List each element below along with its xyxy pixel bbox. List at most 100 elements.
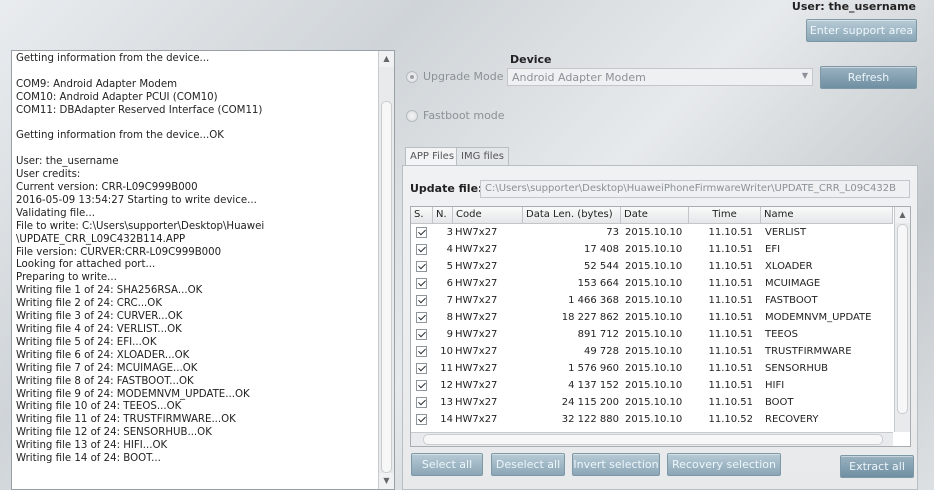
table-row[interactable]: 5 HW7x27 52 544 2015.10.10 11.10.51 XLOADER	[411, 258, 893, 275]
upgrade-mode-radio[interactable]	[406, 71, 418, 83]
table-row[interactable]: 3 HW7x27 73 2015.10.10 11.10.51 VERLIST	[411, 224, 893, 241]
table-row[interactable]: 14 HW7x27 32 122 880 2015.10.10 11.10.52 RECO…	[411, 411, 893, 428]
scroll-up-icon[interactable]: ▲	[895, 207, 910, 223]
table-row[interactable]: 11 HW7x27 1 576 960 2015.10.10 11.10.51 SENSO…	[411, 360, 893, 377]
table-hscroll-thumb[interactable]	[423, 434, 883, 445]
col-header-date[interactable]: Date	[621, 207, 689, 224]
table-row[interactable]: 6 HW7x27 153 664 2015.10.10 11.10.51 MCUIMAGE	[411, 275, 893, 292]
cell-len: 32 122 880	[561, 414, 619, 425]
scroll-down-icon[interactable]: ▼	[379, 473, 394, 489]
cell-date: 2015.10.10	[625, 295, 683, 306]
upgrade-mode-label[interactable]: Upgrade Mode	[423, 70, 504, 83]
scroll-up-icon[interactable]: ▲	[379, 51, 394, 67]
row-checkbox[interactable]	[416, 312, 427, 323]
recovery-selection-button[interactable]: Recovery selection	[667, 453, 781, 476]
log-line: Writing file 14 of 24: BOOT...	[16, 453, 161, 465]
row-checkbox[interactable]	[416, 278, 427, 289]
table-row[interactable]: 10 HW7x27 49 728 2015.10.10 11.10.51 TRUSTFIR…	[411, 343, 893, 360]
cell-time: 11.10.51	[708, 261, 753, 272]
col-header-name[interactable]: Name	[761, 207, 893, 224]
table-row[interactable]: 8 HW7x27 18 227 862 2015.10.10 11.10.51 MODEM…	[411, 309, 893, 326]
cell-code: HW7x27	[455, 397, 498, 408]
col-header-n[interactable]: N.	[433, 207, 453, 224]
col-header-code[interactable]: Code	[453, 207, 523, 224]
cell-name: MCUIMAGE	[765, 278, 821, 289]
row-checkbox[interactable]	[416, 397, 427, 408]
cell-date: 2015.10.10	[625, 329, 683, 340]
refresh-button[interactable]: Refresh	[820, 66, 917, 89]
cell-time: 11.10.51	[708, 346, 753, 357]
device-select-value: Android Adapter Modem	[512, 71, 646, 84]
cell-name: EFI	[765, 244, 781, 255]
tab-app-files[interactable]: APP Files	[405, 147, 460, 167]
log-line: Writing file 8 of 24: FASTBOOT...OK	[16, 375, 194, 387]
row-checkbox[interactable]	[416, 227, 427, 238]
log-line: File to write: C:\Users\supporter\Deskto…	[16, 220, 265, 232]
tab-img-files[interactable]: IMG files	[456, 147, 509, 166]
cell-date: 2015.10.10	[625, 278, 683, 289]
table-hscrollbar[interactable]	[411, 432, 893, 446]
enter-support-button[interactable]: Enter support area	[806, 19, 917, 42]
row-checkbox[interactable]	[416, 363, 427, 374]
extract-all-button[interactable]: Extract all	[840, 455, 914, 478]
select-all-button[interactable]: Select all	[411, 453, 483, 476]
cell-code: HW7x27	[455, 278, 498, 289]
log-line: Writing file 3 of 24: CURVER...OK	[16, 311, 183, 323]
table-row[interactable]: 12 HW7x27 4 137 152 2015.10.10 11.10.51 HIFI	[411, 377, 893, 394]
row-checkbox[interactable]	[416, 244, 427, 255]
table-scroll-thumb[interactable]	[897, 224, 908, 414]
log-scroll-thumb[interactable]	[381, 101, 392, 473]
table-row[interactable]: 7 HW7x27 1 466 368 2015.10.10 11.10.51 FASTBO…	[411, 292, 893, 309]
cell-len: 52 544	[584, 261, 619, 272]
log-line: COM10: Android Adapter PCUI (COM10)	[16, 91, 218, 103]
cell-code: HW7x27	[455, 227, 498, 238]
fastboot-mode-radio[interactable]	[406, 110, 418, 122]
cell-code: HW7x27	[455, 329, 498, 340]
row-checkbox[interactable]	[416, 261, 427, 272]
row-checkbox[interactable]	[416, 414, 427, 425]
cell-code: HW7x27	[455, 312, 498, 323]
table-row[interactable]: 13 HW7x27 24 115 200 2015.10.10 11.10.51 BOOT	[411, 394, 893, 411]
device-select[interactable]: Android Adapter Modem ▼	[507, 68, 813, 86]
col-header-s[interactable]: S.	[411, 207, 433, 224]
cell-n: 9	[446, 329, 453, 340]
row-checkbox[interactable]	[416, 346, 427, 357]
deselect-all-button[interactable]: Deselect all	[491, 453, 565, 476]
table-row[interactable]: 4 HW7x27 17 408 2015.10.10 11.10.51 EFI	[411, 241, 893, 258]
table-row[interactable]: 9 HW7x27 891 712 2015.10.10 11.10.51 TEEOS	[411, 326, 893, 343]
cell-len: 1 466 368	[568, 295, 619, 306]
cell-len: 17 408	[584, 244, 619, 255]
chevron-down-icon: ▼	[801, 71, 808, 80]
col-header-time[interactable]: Time	[689, 207, 761, 224]
cell-time: 11.10.52	[708, 414, 753, 425]
row-checkbox[interactable]	[416, 295, 427, 306]
cell-time: 11.10.51	[708, 227, 753, 238]
cell-code: HW7x27	[455, 295, 498, 306]
cell-name: BOOT	[765, 397, 794, 408]
cell-name: SENSORHUB	[765, 363, 829, 374]
log-scrollbar[interactable]: ▲ ▼	[378, 51, 394, 489]
cell-n: 12	[440, 380, 453, 391]
cell-code: HW7x27	[455, 244, 498, 255]
cell-code: HW7x27	[455, 414, 498, 425]
cell-code: HW7x27	[455, 346, 498, 357]
cell-name: FASTBOOT	[765, 295, 818, 306]
cell-len: 153 664	[577, 278, 619, 289]
cell-name: HIFI	[765, 380, 785, 391]
update-file-path[interactable]: C:\Users\supporter\Desktop\HuaweiPhoneFi…	[480, 180, 910, 198]
col-header-len[interactable]: Data Len. (bytes)	[523, 207, 621, 224]
table-scrollbar[interactable]: ▲	[894, 207, 910, 432]
row-checkbox[interactable]	[416, 329, 427, 340]
log-line: Writing file 13 of 24: HIFI...OK	[16, 440, 168, 452]
cell-name: TEEOS	[765, 329, 798, 340]
fastboot-mode-label[interactable]: Fastboot mode	[423, 109, 505, 122]
log-line: Current version: CRR-L09C999B000	[16, 182, 198, 194]
row-checkbox[interactable]	[416, 380, 427, 391]
log-line: User credits:	[16, 169, 81, 181]
cell-n: 11	[440, 363, 453, 374]
log-line: Writing file 11 of 24: TRUSTFIRMWARE...O…	[16, 414, 236, 426]
update-file-label: Update file:	[410, 182, 483, 195]
invert-selection-button[interactable]: Invert selection	[572, 453, 660, 476]
